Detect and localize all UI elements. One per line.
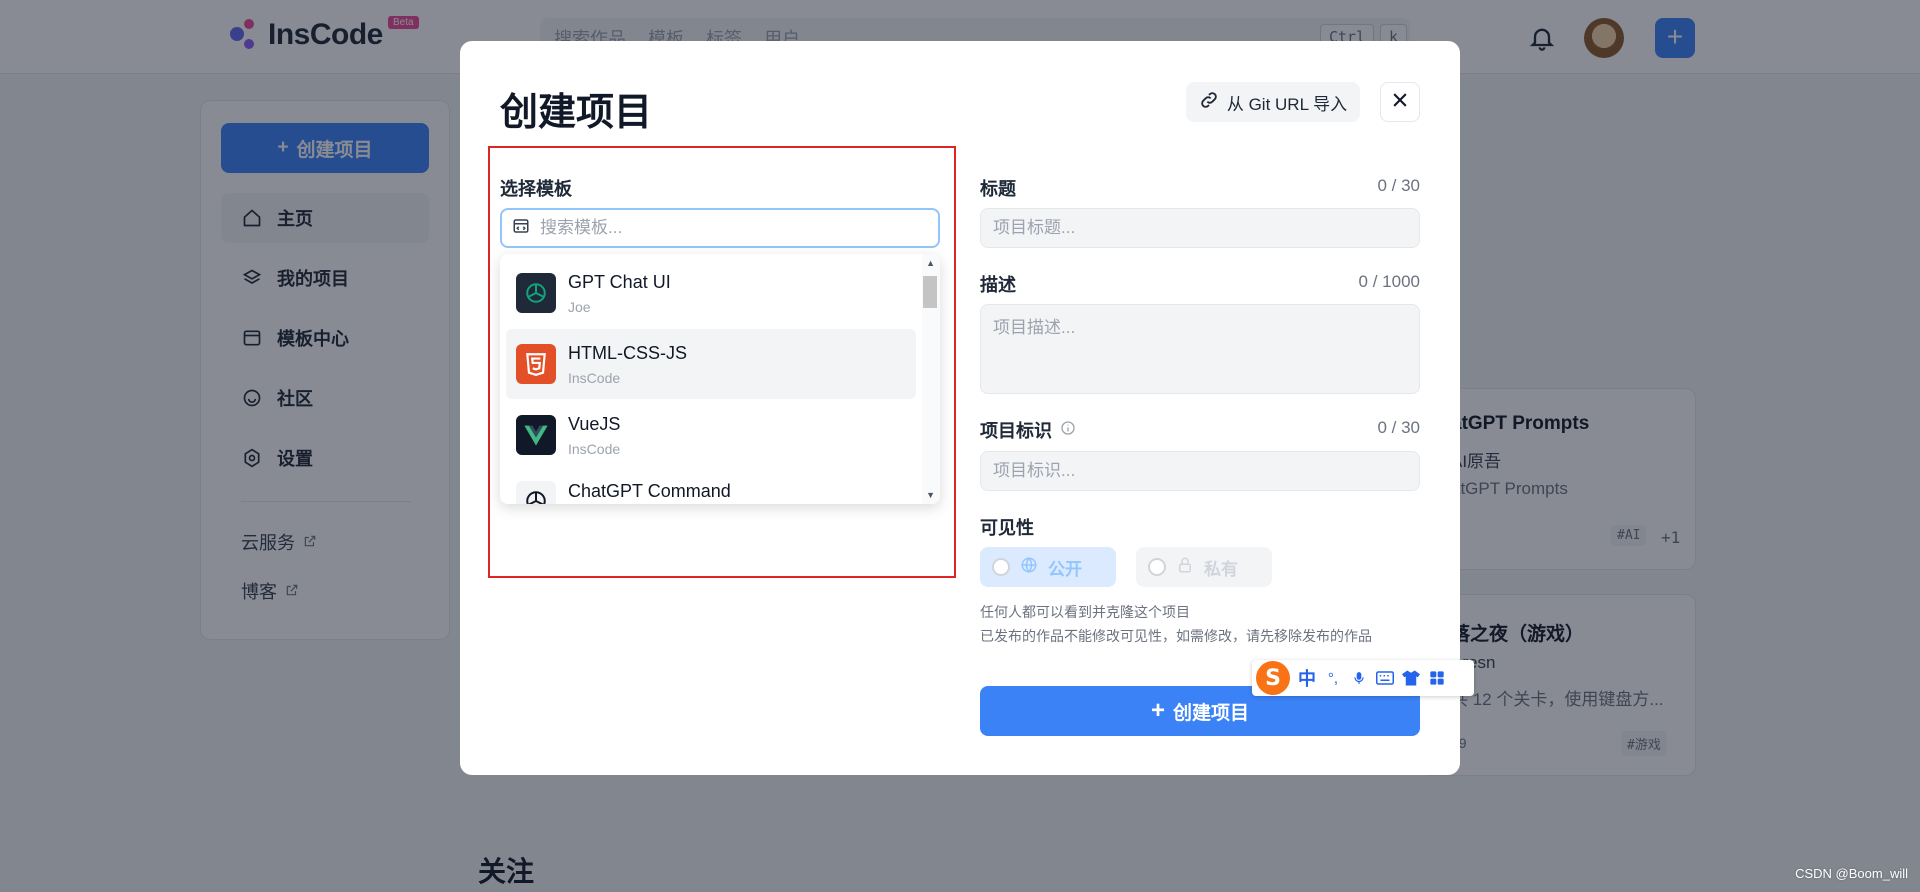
template-name: ChatGPT Command [568, 481, 731, 501]
openai-icon [516, 481, 556, 504]
scroll-down-icon[interactable]: ▼ [926, 490, 935, 500]
desc-input[interactable] [981, 313, 1419, 373]
public-label: 公开 [1048, 559, 1082, 579]
git-import-label: 从 Git URL 导入 [1226, 94, 1348, 114]
shirt-icon[interactable] [1402, 669, 1420, 687]
plus-icon: + [1150, 697, 1165, 724]
openai-icon [516, 273, 556, 313]
visibility-public-option[interactable]: 公开 [980, 547, 1116, 587]
scroll-thumb[interactable] [923, 276, 937, 308]
dropdown-scrollbar[interactable]: ▲ ▼ [922, 254, 940, 504]
template-search-input[interactable] [540, 218, 900, 238]
microphone-icon[interactable] [1350, 669, 1368, 687]
visibility-hint: 任何人都可以看到并克隆这个项目 [980, 604, 1190, 620]
visibility-label: 可见性 [980, 518, 1034, 538]
template-dropdown: GPT Chat UI Joe HTML-CSS-JS InsCode VueJS I… [500, 254, 940, 504]
scroll-up-icon[interactable]: ▲ [926, 258, 935, 268]
html5-icon [516, 344, 556, 384]
git-import-button[interactable]: 从 Git URL 导入 [1186, 82, 1360, 122]
ime-logo[interactable]: S [1256, 661, 1290, 695]
template-author: InsCode [568, 369, 621, 386]
visibility-hint: 已发布的作品不能修改可见性，如需修改，请先移除发布的作品 [980, 628, 1372, 644]
title-field[interactable] [980, 208, 1420, 248]
desc-label: 描述 [980, 275, 1016, 295]
grid-icon[interactable] [1428, 669, 1446, 687]
template-author: InsCode [568, 440, 621, 457]
close-icon [1390, 90, 1410, 115]
id-label: 项目标识 [980, 421, 1052, 441]
template-search[interactable] [500, 208, 940, 248]
id-count: 0 / 30 [1377, 418, 1420, 437]
public-radio[interactable] [992, 558, 1010, 576]
keyboard-icon[interactable] [1376, 669, 1394, 687]
private-radio[interactable] [1148, 558, 1166, 576]
watermark: CSDN @Boom_will [1795, 866, 1908, 881]
id-label-row: 项目标识 [980, 417, 1076, 443]
title-label: 标题 [980, 179, 1016, 199]
title-count: 0 / 30 [1377, 176, 1420, 195]
create-project-label: 创建项目 [1173, 702, 1250, 724]
lock-icon [1176, 556, 1194, 579]
template-option[interactable]: VueJS InsCode [506, 400, 916, 470]
desc-field[interactable] [980, 304, 1420, 394]
ime-toolbar[interactable]: S 中 °, [1252, 660, 1474, 696]
template-name: GPT Chat UI [568, 271, 671, 292]
desc-count: 0 / 1000 [1358, 272, 1420, 291]
template-option[interactable]: GPT Chat UI Joe [506, 258, 916, 328]
globe-icon [1020, 556, 1038, 579]
link-icon [1199, 90, 1219, 115]
template-name: HTML-CSS-JS [568, 342, 688, 363]
template-option[interactable]: ChatGPT Command [506, 471, 916, 504]
title-input[interactable] [981, 218, 1419, 238]
template-author: Joe [568, 298, 591, 315]
id-field[interactable] [980, 451, 1420, 491]
vue-icon [516, 415, 556, 455]
template-option[interactable]: HTML-CSS-JS InsCode [506, 329, 916, 399]
ime-punct[interactable]: °, [1324, 669, 1342, 687]
close-button[interactable] [1380, 82, 1420, 122]
id-input[interactable] [981, 461, 1419, 481]
visibility-private-option[interactable]: 私有 [1136, 547, 1272, 587]
template-name: VueJS [568, 413, 621, 434]
private-label: 私有 [1204, 559, 1238, 579]
ime-mode[interactable]: 中 [1298, 665, 1316, 691]
info-icon[interactable] [1060, 420, 1076, 441]
modal-title: 创建项目 [500, 92, 653, 134]
template-label: 选择模板 [500, 179, 572, 199]
template-icon [512, 217, 530, 240]
